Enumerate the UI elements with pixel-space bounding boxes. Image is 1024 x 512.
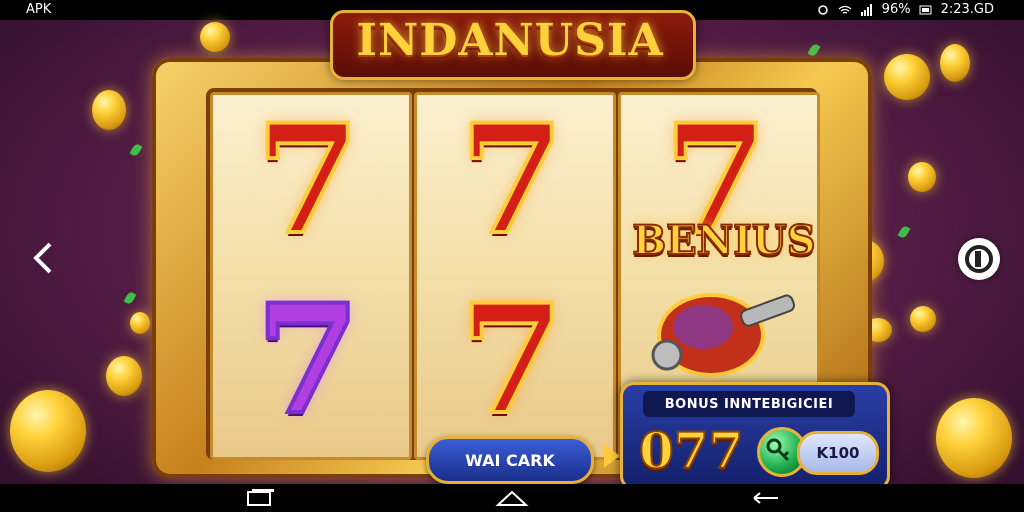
game-title: INDANUSIA: [356, 14, 664, 66]
coin-icon: [910, 306, 936, 332]
seven-symbol: 7: [458, 92, 566, 268]
wifi-icon: [838, 5, 852, 14]
bonus-panel: BONUS INNTEBIGICIEI 077 K100: [620, 382, 890, 490]
status-icons: 96% 2:23.GD: [816, 2, 994, 17]
seven-symbol: 7: [254, 272, 362, 448]
leaf-decoration: [123, 290, 137, 306]
seven-symbol: 7: [254, 92, 362, 268]
signal-icon: [860, 3, 872, 16]
coin-icon: [884, 54, 930, 100]
bonus-panel-label: BONUS INNTEBIGICIEI: [643, 391, 855, 417]
bonus-value: 077: [638, 420, 744, 481]
bet-button[interactable]: K100: [797, 431, 879, 475]
system-nav-bar: [0, 484, 1024, 512]
reel-2: 7 7: [414, 92, 616, 460]
spin-button[interactable]: WAI CARK: [426, 436, 594, 484]
app-label: APK: [26, 2, 52, 17]
coin-icon: [106, 356, 142, 396]
coin-icon: [10, 390, 86, 472]
coin-icon: [936, 398, 1012, 478]
nav-back-icon[interactable]: [746, 488, 786, 508]
clock: 2:23.GD: [940, 2, 994, 17]
leaf-decoration: [807, 42, 821, 58]
battery-percent: 96%: [881, 2, 911, 17]
coin-icon: [92, 90, 126, 130]
back-chevron-icon[interactable]: [30, 238, 56, 278]
nav-home-icon[interactable]: [492, 488, 532, 508]
cannon-icon: [651, 293, 795, 377]
coin-icon: [908, 162, 936, 192]
bonus-banner: BENIUS: [631, 216, 816, 265]
seven-symbol: 7: [458, 272, 566, 448]
coin-icon: [200, 22, 230, 52]
battery-icon: [919, 5, 932, 14]
coin-icon: [130, 312, 150, 334]
reel-1: 7 7: [210, 92, 412, 460]
leaf-decoration: [129, 142, 143, 158]
coin-icon: [940, 44, 970, 82]
play-arrow-icon[interactable]: [604, 444, 620, 468]
settings-icon: [817, 4, 828, 15]
next-circle-icon[interactable]: [958, 238, 1000, 280]
leaf-decoration: [897, 224, 911, 240]
nav-recent-icon[interactable]: [240, 488, 280, 508]
